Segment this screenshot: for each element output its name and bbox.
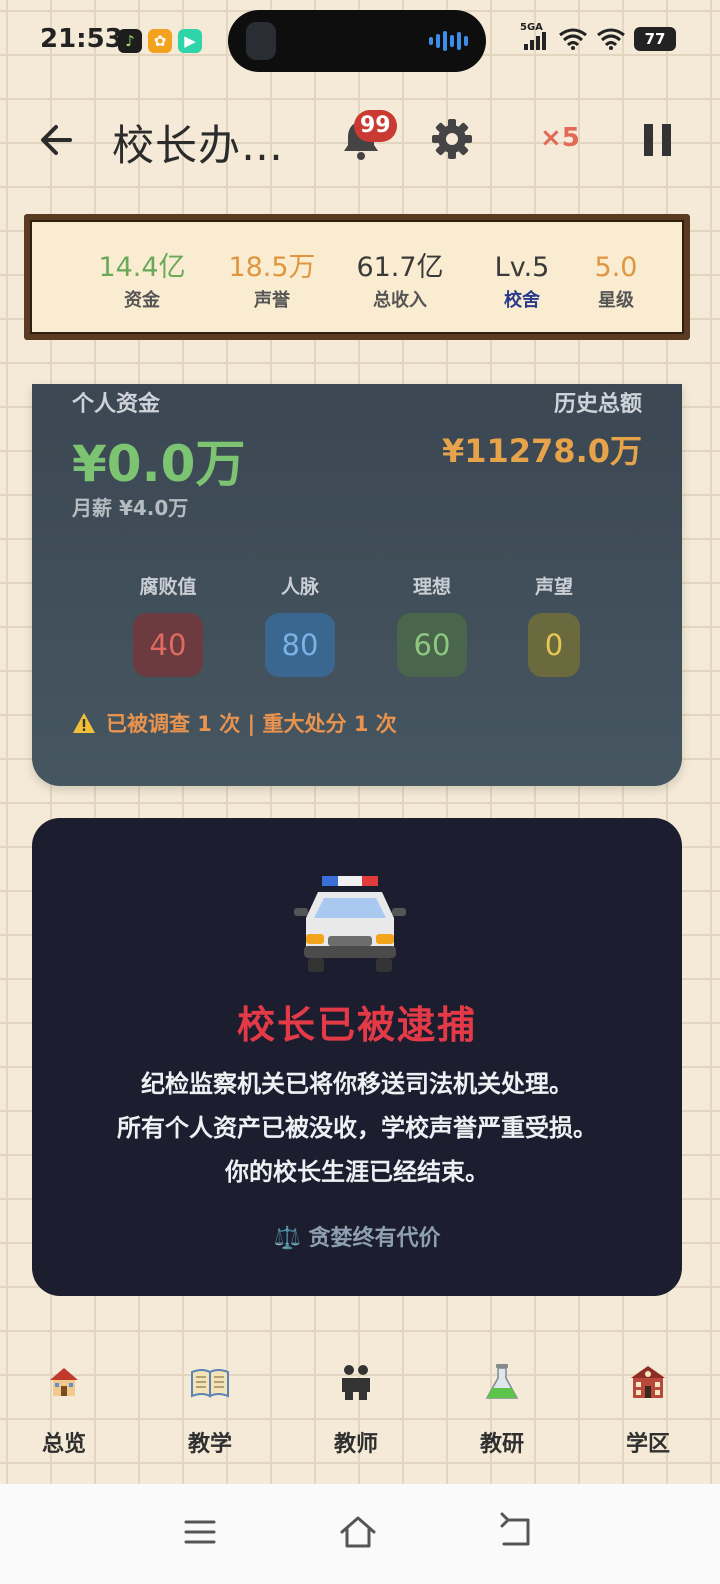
police-car-icon	[294, 876, 406, 972]
metric-item: 理想 60	[382, 572, 482, 677]
battery-indicator: 77	[634, 27, 676, 51]
district-icon	[631, 1366, 665, 1398]
metric-item: 人脉 80	[250, 572, 350, 677]
arrest-line-1: 纪检监察机关已将你移送司法机关处理。	[141, 1070, 573, 1098]
school-stats-panel: 14.4亿资金 18.5万声誉 61.7亿总收入 Lv.5 校舍 5.0 星级	[24, 214, 690, 340]
warning-text: 已被调查 1 次 | 重大处分 1 次	[106, 712, 397, 736]
nav-item-overview[interactable]: 总览	[14, 1362, 114, 1458]
metric-label: 理想	[412, 576, 451, 598]
notification-badge: 99	[354, 110, 397, 142]
stats-inner: 14.4亿资金 18.5万声誉 61.7亿总收入 Lv.5 校舍 5.0 星级	[30, 220, 684, 334]
home-icon[interactable]	[338, 1512, 378, 1552]
back-arrow-icon[interactable]	[36, 118, 80, 162]
video-app-icon: ▶	[178, 29, 202, 53]
metric-label: 腐败值	[139, 576, 197, 598]
camera-icon	[246, 22, 276, 60]
wifi-icon	[559, 28, 587, 50]
nav-label: 教研	[479, 1432, 524, 1457]
app-header: 校长办… 99 ×5	[0, 100, 720, 180]
history-total-value: ¥11278.0万	[441, 432, 642, 470]
camera-notch	[228, 10, 486, 72]
stat-label: 资金	[124, 290, 160, 311]
nav-item-teaching[interactable]: 教学	[160, 1362, 260, 1458]
bottom-nav: 总览 教学 教师 教研 学区	[0, 1350, 720, 1470]
arrest-line-3: 你的校长生涯已经结束。	[225, 1158, 489, 1186]
pause-icon[interactable]	[644, 124, 672, 156]
metric-value: 60	[397, 613, 467, 677]
speed-multiplier[interactable]: ×5	[540, 123, 580, 153]
page-title: 校长办…	[112, 121, 285, 170]
cell-signal-icon: 5GA	[520, 22, 550, 52]
status-icons: 5GA 77	[520, 22, 676, 52]
metric-label: 声望	[534, 576, 573, 598]
nav-item-research[interactable]: 教研	[452, 1362, 552, 1458]
nav-label: 学区	[625, 1432, 670, 1457]
stat-value: 18.5万	[228, 252, 316, 283]
status-time: 21:53	[40, 24, 123, 54]
status-bar: 21:53 ♪ ✿ ▶ 5GA 77	[0, 0, 720, 82]
personal-finance-card: 个人资金 历史总额 ¥0.0万 ¥11278.0万 月薪 ¥4.0万 腐败值 40…	[32, 384, 682, 786]
metric-value: 40	[133, 613, 203, 677]
nav-label: 教学	[187, 1432, 232, 1457]
metric-value: 80	[265, 613, 335, 677]
teachers-icon	[342, 1365, 370, 1400]
nav-item-district[interactable]: 学区	[598, 1362, 698, 1458]
menu-icon[interactable]	[180, 1512, 220, 1552]
personal-funds-label: 个人资金	[72, 392, 161, 417]
stat-label: 校舍	[504, 290, 540, 311]
audio-wave-icon	[429, 30, 468, 52]
nav-item-teachers[interactable]: 教师	[306, 1362, 406, 1458]
stat-item: 61.7亿总收入	[350, 252, 450, 312]
metric-label: 人脉	[280, 576, 319, 598]
book-icon	[191, 1369, 229, 1398]
stat-label: 声誉	[254, 290, 290, 311]
metric-item: 声望 0	[504, 572, 604, 677]
nav-label: 总览	[41, 1432, 86, 1457]
stat-value: 61.7亿	[356, 252, 444, 283]
nav-label: 教师	[333, 1432, 378, 1457]
school-icon	[50, 1368, 78, 1396]
arrest-line-2: 所有个人资产已被没收，学校声誉严重受损。	[117, 1114, 597, 1142]
orange-app-icon: ✿	[148, 29, 172, 53]
flask-icon	[485, 1364, 519, 1399]
stat-label: 星级	[598, 290, 634, 311]
monthly-salary: 月薪 ¥4.0万	[72, 496, 189, 520]
arrest-notice-card: 校长已被逮捕 纪检监察机关已将你移送司法机关处理。 所有个人资产已被没收，学校声…	[32, 818, 682, 1296]
stat-item: 5.0 星级	[566, 252, 666, 312]
metric-item: 腐败值 40	[118, 572, 218, 677]
stat-item: 14.4亿资金	[92, 252, 192, 312]
wifi-secondary-icon	[597, 28, 625, 50]
stat-value: 14.4亿	[98, 252, 186, 283]
warning-icon	[73, 713, 95, 733]
gear-icon[interactable]	[430, 117, 474, 161]
personal-funds-value: ¥0.0万	[72, 435, 246, 493]
stat-label: 总收入	[373, 290, 427, 311]
arrest-footer: ⚖️ 贪婪终有代价	[273, 1226, 441, 1251]
back-nav-icon[interactable]	[496, 1512, 536, 1552]
system-nav-bar	[0, 1484, 720, 1584]
metric-value: 0	[528, 613, 580, 677]
investigation-warning: 已被调查 1 次 | 重大处分 1 次	[72, 708, 397, 738]
arrest-title: 校长已被逮捕	[236, 1003, 477, 1047]
history-total-label: 历史总额	[553, 392, 642, 417]
stat-item: 18.5万声誉	[222, 252, 322, 312]
stat-item: Lv.5 校舍	[472, 252, 572, 312]
stat-value: 5.0	[594, 252, 638, 283]
stat-value: Lv.5	[494, 252, 550, 283]
music-app-icon: ♪	[118, 29, 142, 53]
